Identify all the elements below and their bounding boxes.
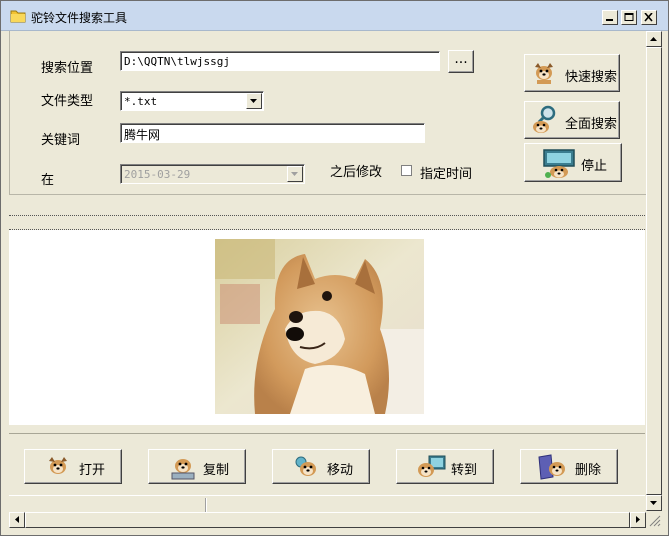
minimize-button[interactable]	[602, 10, 618, 25]
dog-goto-icon	[418, 455, 446, 477]
resize-grip[interactable]	[646, 512, 662, 528]
open-label: 打开	[79, 463, 106, 478]
filetype-value: *.txt	[124, 95, 158, 108]
filetype-select[interactable]: *.txt	[120, 91, 264, 111]
stop-button[interactable]: 停止	[524, 143, 622, 182]
scroll-up-button[interactable]	[646, 31, 662, 47]
location-label: 搜索位置	[41, 61, 94, 76]
vertical-scroll-thumb[interactable]	[646, 47, 662, 495]
close-button[interactable]	[641, 10, 657, 25]
minimize-icon	[606, 19, 613, 21]
chevron-down-icon	[250, 99, 257, 103]
dog-icon	[535, 63, 553, 84]
shiba-dog-image	[215, 239, 424, 414]
dog-icon	[49, 457, 67, 474]
arrow-left-icon	[15, 516, 19, 523]
quick-search-button[interactable]: 快速搜索	[524, 54, 620, 92]
keyword-label: 关键词	[41, 133, 81, 148]
horizontal-scrollbar[interactable]	[9, 512, 646, 528]
arrow-up-icon	[650, 37, 657, 41]
app-window: 驼铃文件搜索工具 搜索位置 D:\QQTN\tlwjssgj ... 文件类型 …	[0, 0, 669, 536]
scroll-down-button[interactable]	[646, 495, 662, 511]
dog-copy-icon	[171, 459, 195, 480]
full-search-label: 全面搜索	[565, 117, 618, 132]
splitter[interactable]	[9, 215, 645, 230]
copy-button[interactable]: 复制	[148, 449, 246, 484]
window-title: 驼铃文件搜索工具	[31, 11, 128, 25]
arrow-down-icon	[650, 501, 657, 505]
filetype-dropdown-button[interactable]	[246, 93, 262, 109]
copy-label: 复制	[203, 463, 230, 478]
horizontal-scroll-thumb[interactable]	[25, 512, 630, 528]
date-prefix-label: 在	[41, 173, 55, 188]
delete-button[interactable]: 删除	[520, 449, 618, 484]
quick-search-label: 快速搜索	[565, 70, 618, 85]
resize-grip-icon	[649, 515, 661, 527]
delete-label: 删除	[575, 463, 602, 478]
dog-delete-icon	[538, 454, 565, 480]
location-input[interactable]: D:\QQTN\tlwjssgj	[120, 51, 440, 71]
folder-icon	[10, 8, 26, 23]
full-search-button[interactable]: 全面搜索	[524, 101, 620, 139]
move-button[interactable]: 移动	[272, 449, 370, 484]
open-button[interactable]: 打开	[24, 449, 122, 484]
date-suffix-label: 之后修改	[330, 165, 383, 180]
move-label: 移动	[327, 463, 354, 478]
goto-button[interactable]: 转到	[396, 449, 494, 484]
status-separator	[205, 498, 207, 512]
dog-monitor-icon	[543, 149, 575, 178]
preview-pane	[9, 230, 645, 425]
dog-magnifier-icon	[533, 105, 556, 133]
date-dropdown-button[interactable]	[287, 166, 303, 182]
maximize-button[interactable]	[621, 10, 637, 25]
stop-label: 停止	[581, 159, 608, 174]
scroll-left-button[interactable]	[9, 512, 25, 528]
keyword-input[interactable]: 腾牛网	[120, 123, 425, 143]
close-icon	[644, 13, 653, 22]
specify-time-checkbox[interactable]	[401, 165, 412, 176]
date-picker[interactable]: 2015-03-29	[120, 164, 305, 184]
specify-time-label[interactable]: 指定时间	[420, 163, 472, 182]
chevron-down-icon	[291, 172, 298, 176]
title-bar[interactable]: 驼铃文件搜索工具	[1, 1, 668, 31]
arrow-right-icon	[636, 516, 640, 523]
browse-button[interactable]: ...	[448, 50, 474, 73]
date-value: 2015-03-29	[124, 168, 191, 181]
maximize-icon	[624, 13, 634, 21]
dog-move-icon	[295, 456, 316, 476]
goto-label: 转到	[451, 463, 478, 478]
vertical-scrollbar[interactable]	[646, 31, 662, 511]
filetype-label: 文件类型	[41, 94, 94, 109]
scroll-right-button[interactable]	[630, 512, 646, 528]
status-bar	[9, 495, 645, 512]
